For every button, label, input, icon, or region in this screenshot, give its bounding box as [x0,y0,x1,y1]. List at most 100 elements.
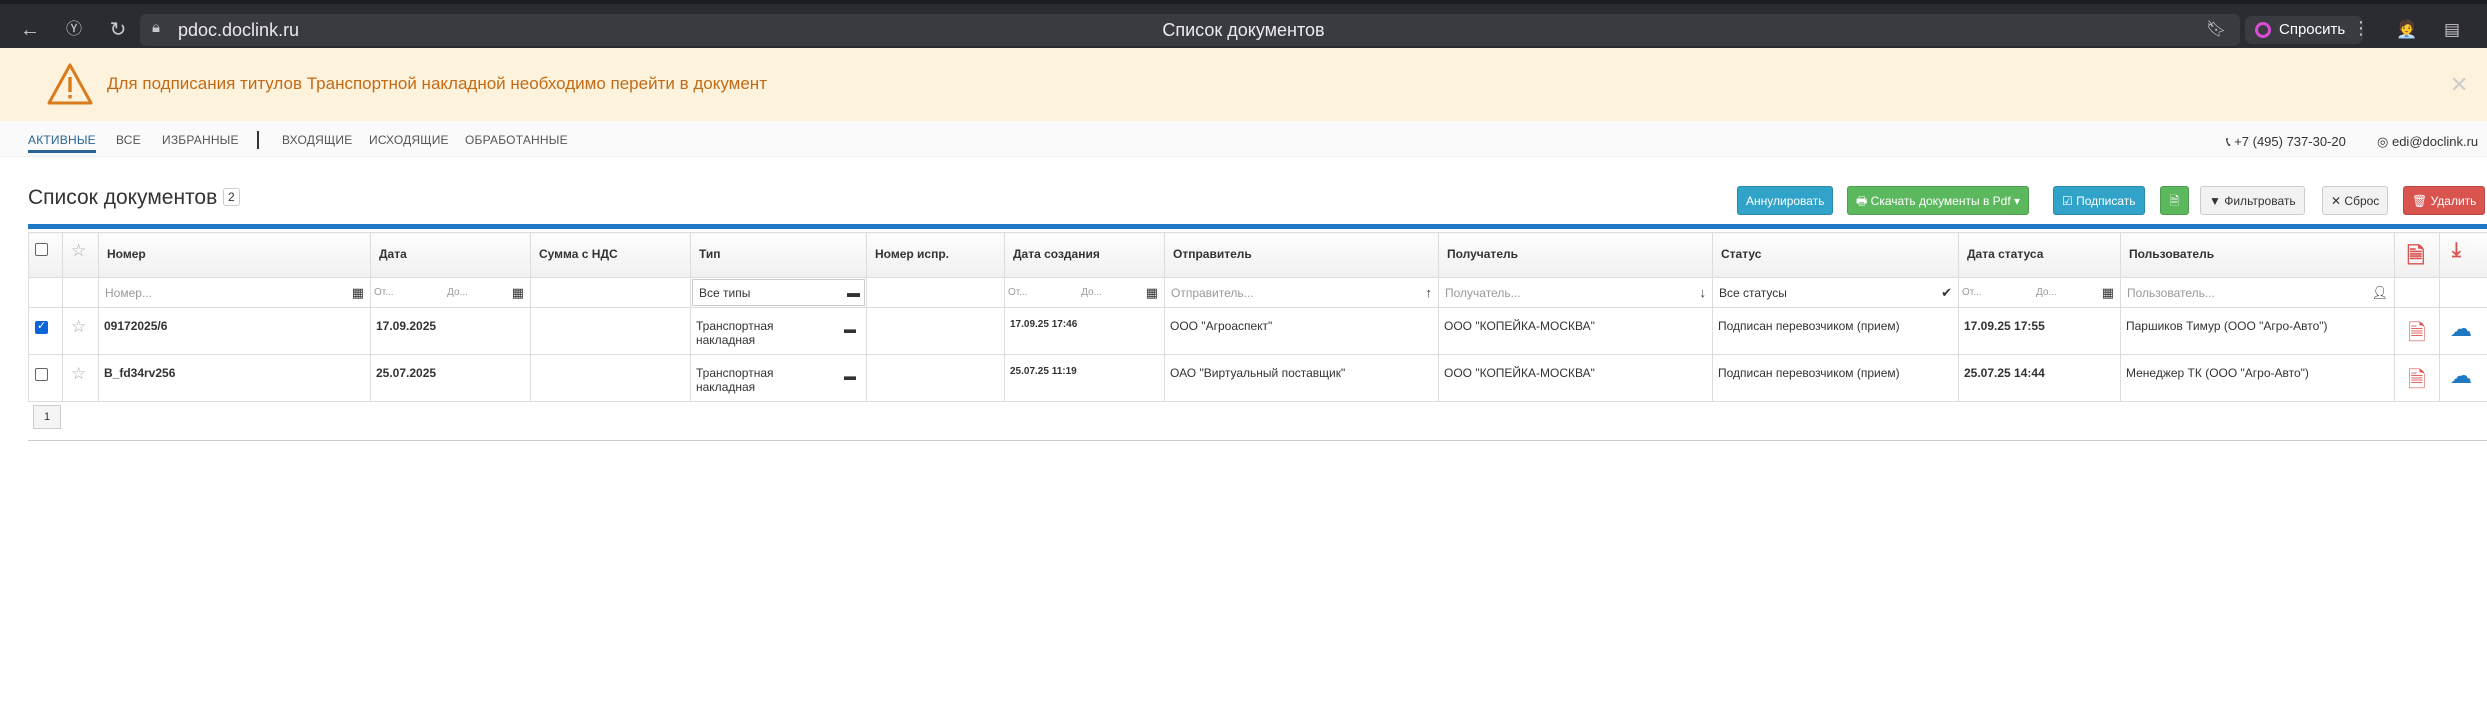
annul-button[interactable]: Аннулировать [1737,186,1834,215]
reset-button[interactable]: ✕ Сброс [2322,186,2389,215]
close-icon[interactable]: ✕ [2450,72,2468,98]
header-created[interactable]: Дата создания [1004,232,1165,278]
file-pdf-icon[interactable]: 🗎 [2408,367,2426,392]
trash-icon: 🗑︎ [2412,194,2428,208]
ask-button[interactable]: Спросить [2245,16,2363,44]
calendar-icon[interactable]: ▦ [2102,285,2114,301]
table-row[interactable]: ☆ B_fd34rv256 25.07.2025 Транспортная на… [28,354,2487,402]
tab-outgoing[interactable]: ИСХОДЯЩИЕ [369,133,449,147]
row-download-cell[interactable]: ☁ [2439,354,2487,402]
export-excel-button[interactable]: 🗎 [2160,186,2189,215]
date-to-input[interactable]: До... [444,278,517,298]
tab-incoming[interactable]: ВХОДЯЩИЕ [282,133,352,147]
cell-receiver: ООО "КОПЕЙКА-МОСКВА" [1438,354,1713,402]
status-filter-select[interactable]: Все статусы [1713,278,1958,307]
download-pdf-button[interactable]: 🖶 Скачать документы в Pdf ▾ [1847,186,2030,215]
header-status[interactable]: Статус [1712,232,1959,278]
filter-button[interactable]: ▼ Фильтровать [2200,186,2305,215]
arrow-down-icon[interactable]: ↓ [1700,285,1707,300]
nav-tabs: АКТИВНЫЕ ВСЕ ИЗБРАННЫЕ ВХОДЯЩИЕ ИСХОДЯЩИ… [0,121,2487,157]
browser-toolbar: ← Ⓨ ↻ 🔒︎ pdoc.doclink.ru Список документ… [0,0,2487,52]
tab-active[interactable]: АКТИВНЫЕ [28,133,96,153]
user-icon[interactable]: 👤︎ [2371,285,2388,301]
folder-icon[interactable]: ▬ [844,369,856,383]
download-pdf-label: Скачать документы в Pdf [1870,194,2011,208]
star-icon[interactable]: ☆ [71,317,86,336]
filter-label: Фильтровать [2224,194,2296,208]
select-all-cell[interactable] [28,232,63,278]
bookmark-icon[interactable]: 🔖︎ [2204,18,2228,42]
download-icon[interactable]: ⤓ [2452,239,2461,261]
row-download-cell[interactable]: ☁ [2439,307,2487,355]
email-address[interactable]: edi@doclink.ru [2392,134,2478,149]
date-from-input[interactable]: От... [371,278,444,298]
status-date-from-input[interactable]: От... [1959,278,2033,298]
header-status-date[interactable]: Дата статуса [1958,232,2121,278]
row-checkbox[interactable] [35,368,48,381]
browser-page-title: Список документов [1162,20,1325,40]
header-date[interactable]: Дата [370,232,531,278]
documents-table: ☆ Номер Дата Сумма с НДС Тип Номер испр.… [28,232,2487,402]
row-pdf-cell[interactable]: 🗎 [2394,307,2440,355]
more-vertical-icon[interactable]: ⋮ [2352,18,2370,39]
select-all-checkbox[interactable] [35,243,48,256]
table-icon[interactable]: ▦ [352,285,364,301]
number-filter-input[interactable]: Номер... [99,278,370,307]
folder-icon[interactable]: ▬ [844,322,856,336]
tab-all[interactable]: ВСЕ [116,133,141,147]
filter-empty [530,277,691,308]
receiver-filter-input[interactable]: Получатель... [1439,278,1712,307]
file-pdf-icon[interactable]: 🗎 [2408,320,2426,345]
email-contact[interactable]: ◎ edi@doclink.ru [2377,134,2478,150]
type-text: Транспортная накладная [696,366,774,394]
header-sum[interactable]: Сумма с НДС [530,232,691,278]
delete-button[interactable]: 🗑︎ Удалить [2403,186,2486,215]
created-to-input[interactable]: До... [1078,278,1151,298]
header-user[interactable]: Пользователь [2120,232,2395,278]
download-header[interactable]: ⤓ [2439,232,2487,278]
type-filter-select[interactable]: Все типы [692,279,865,306]
pdf-header[interactable]: 🗎 [2394,232,2440,278]
caret-down-icon: ▾ [2014,194,2021,208]
row-select-cell[interactable] [28,354,63,402]
calendar-icon[interactable]: ▦ [512,285,524,301]
star-icon[interactable]: ☆ [71,364,86,383]
created-from-input[interactable]: От... [1005,278,1078,298]
filter-empty [62,277,99,308]
checkmark-icon[interactable]: ✔ [1941,285,1952,301]
tab-favorites[interactable]: ИЗБРАННЫЕ [162,133,239,147]
header-receiver[interactable]: Получатель [1438,232,1713,278]
tab-processed[interactable]: ОБРАБОТАННЫЕ [465,133,568,147]
header-sender[interactable]: Отправитель [1164,232,1439,278]
header-corr-number[interactable]: Номер испр. [866,232,1005,278]
header-number[interactable]: Номер [98,232,371,278]
star-icon[interactable]: ☆ [71,241,86,260]
cell-number[interactable]: 09172025/6 [98,307,371,355]
sidebar-icon[interactable]: ▤ [2440,18,2464,42]
cloud-download-icon[interactable]: ☁ [2450,316,2472,341]
row-select-cell[interactable] [28,307,63,355]
cell-type: Транспортная накладная ▬ [690,354,867,402]
row-favorite-cell[interactable]: ☆ [62,307,99,355]
type-filter-value: Все типы [699,286,751,300]
sender-filter-input[interactable]: Отправитель... [1165,278,1438,307]
cell-corr-number [866,354,1005,402]
cell-number[interactable]: B_fd34rv256 [98,354,371,402]
user-filter-input[interactable]: Пользователь... [2121,278,2394,307]
extension-icon[interactable]: 🧑‍💼︎ [2395,18,2419,42]
header-divider [28,224,2487,229]
filter-sender-cell: Отправитель... ↑ [1164,277,1439,308]
arrow-up-icon[interactable]: ↑ [1426,285,1433,300]
pagination-page[interactable]: 1 [33,405,61,429]
status-date-to-input[interactable]: До... [2033,278,2107,298]
row-favorite-cell[interactable]: ☆ [62,354,99,402]
calendar-icon[interactable]: ▦ [1146,285,1158,301]
sign-button[interactable]: ☑ Подписать [2053,186,2145,215]
cloud-download-icon[interactable]: ☁ [2450,363,2472,388]
table-row[interactable]: ☆ 09172025/6 17.09.2025 Транспортная нак… [28,307,2487,355]
folder-icon[interactable]: ▬ [847,285,860,300]
row-checkbox[interactable] [35,319,48,334]
header-type[interactable]: Тип [690,232,867,278]
file-pdf-icon[interactable]: 🗎 [2407,243,2425,268]
row-pdf-cell[interactable]: 🗎 [2394,354,2440,402]
